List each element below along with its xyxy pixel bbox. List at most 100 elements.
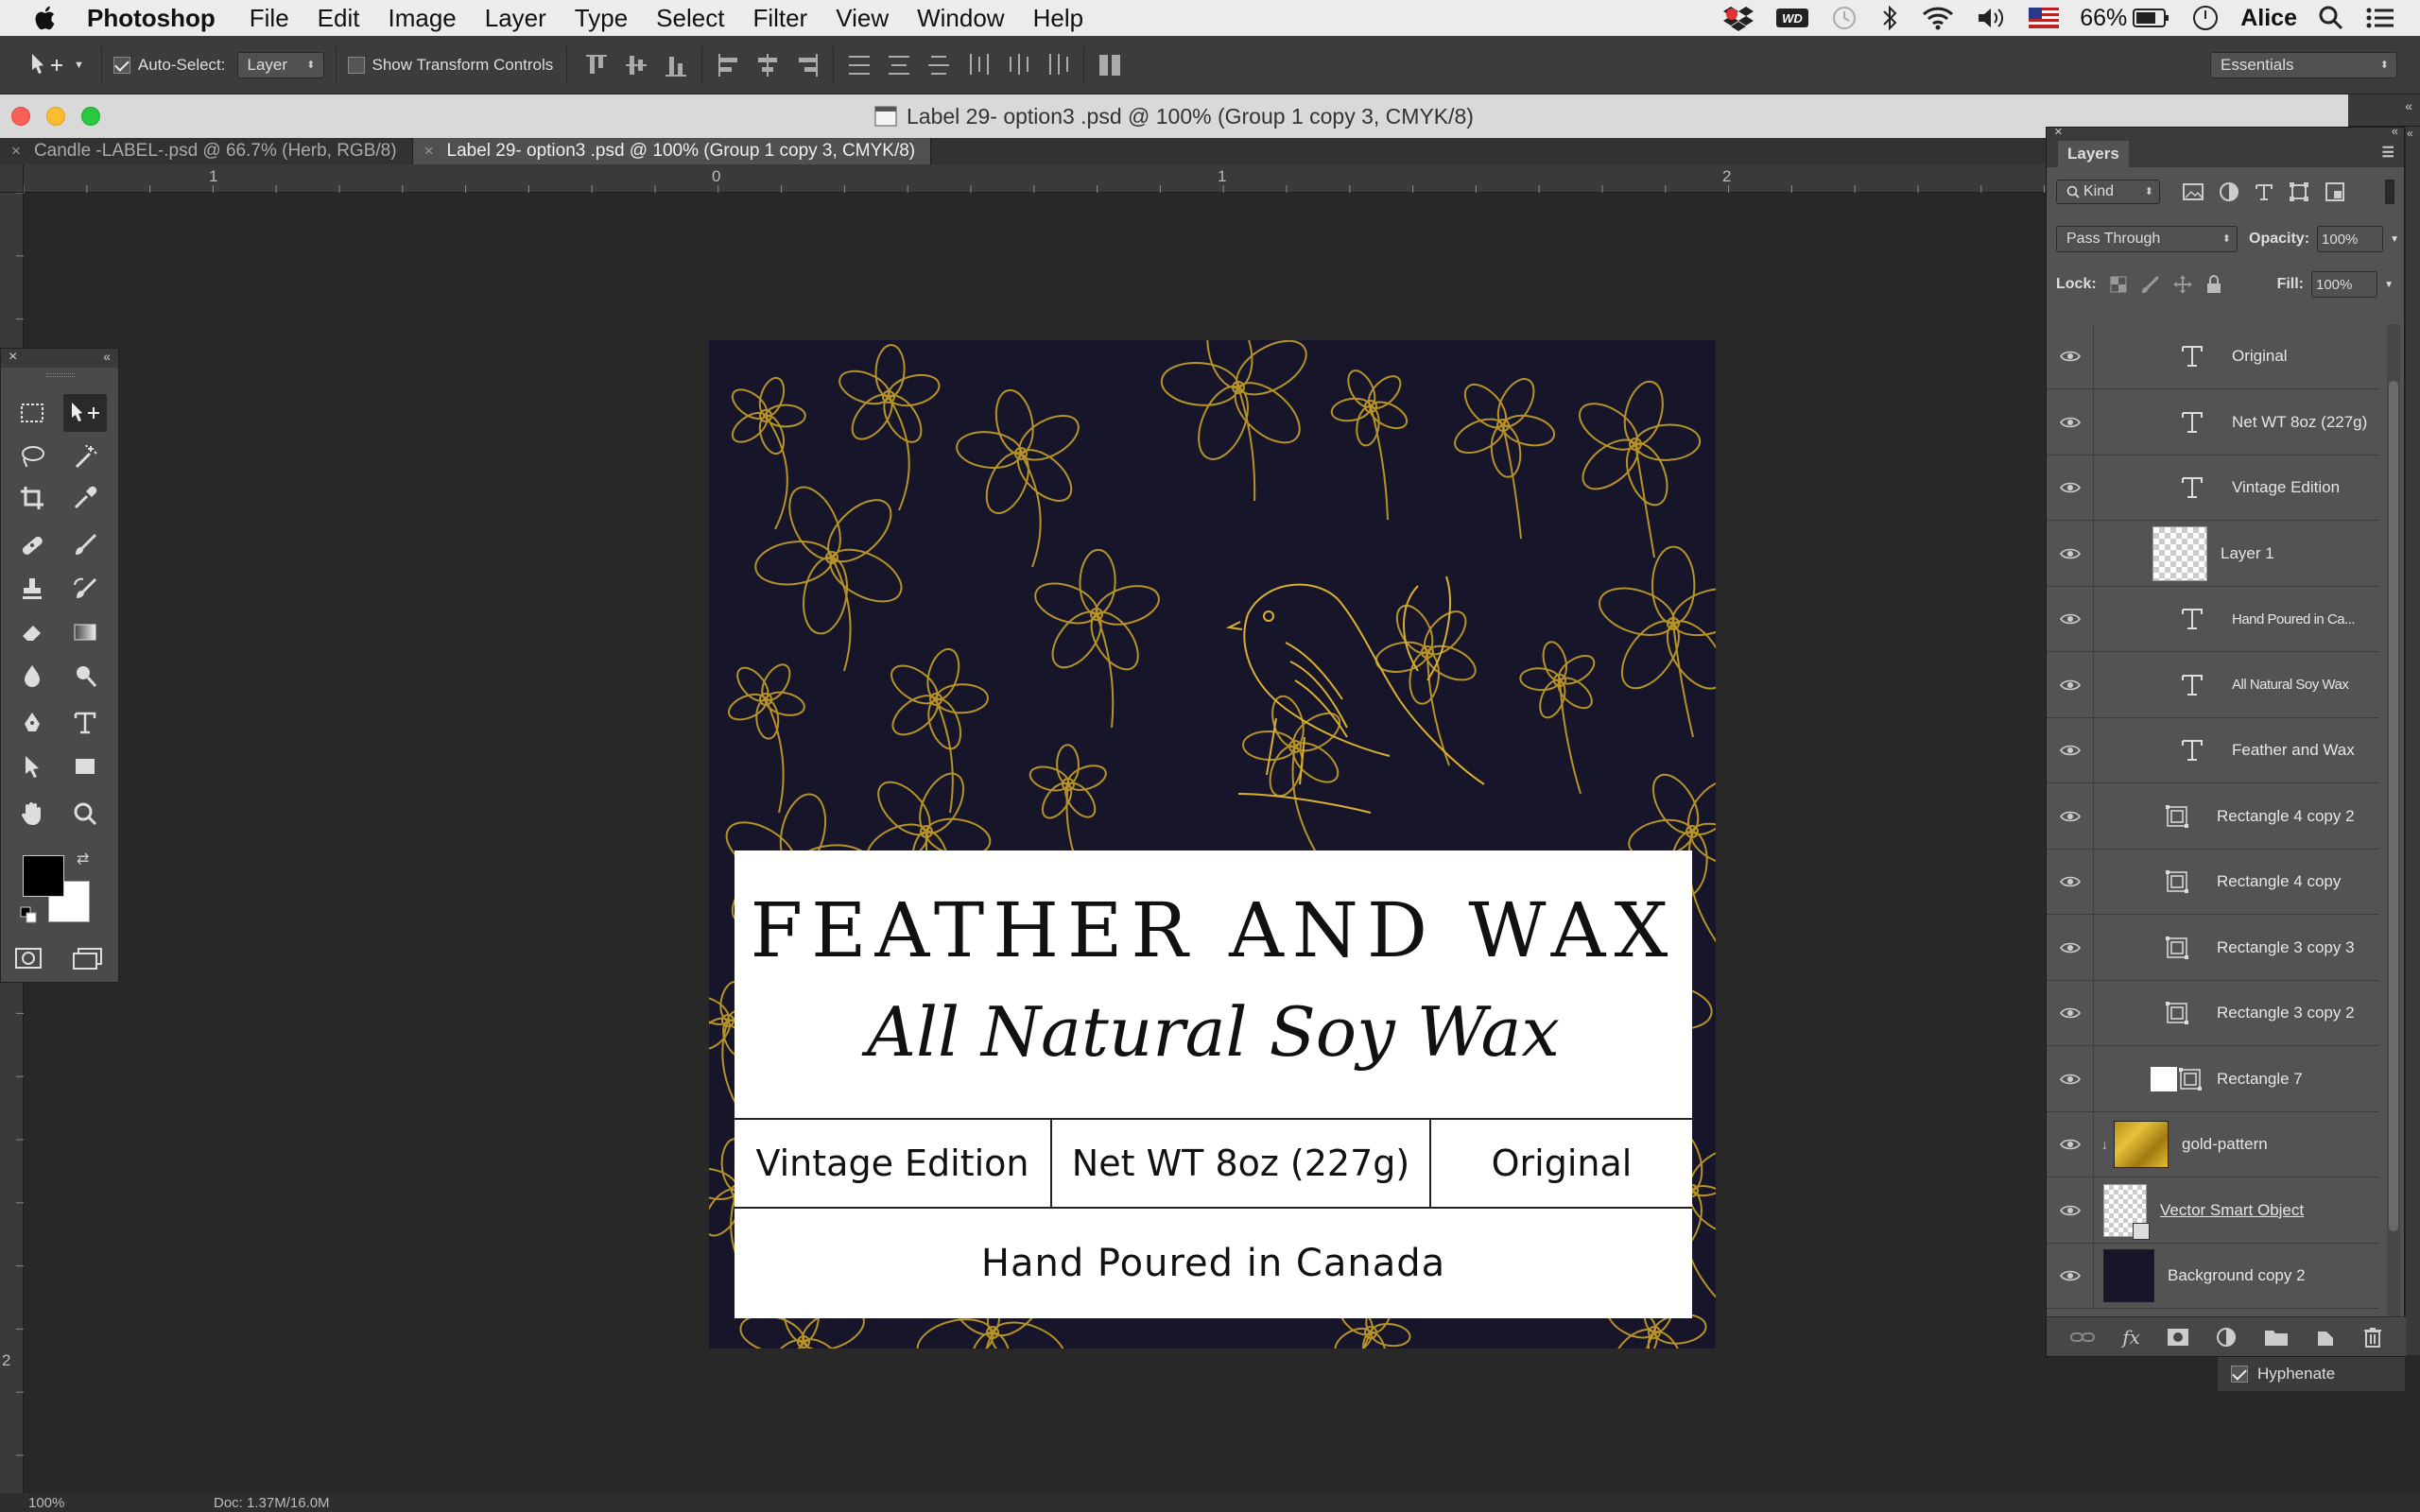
layer-visibility-toggle[interactable] [2047, 455, 2094, 521]
menu-filter[interactable]: Filter [752, 4, 807, 33]
layer-name[interactable]: Net WT 8oz (227g) [2232, 413, 2367, 432]
dock-collapse-icon[interactable]: « [2407, 127, 2413, 140]
filter-pixel-layers-icon[interactable] [2183, 182, 2204, 201]
tab-label-29-option3[interactable]: × Label 29- option3 .psd @ 100% (Group 1… [412, 138, 932, 164]
new-adjustment-layer-icon[interactable] [2216, 1327, 2237, 1348]
layer-visibility-toggle[interactable] [2047, 586, 2094, 652]
menu-edit[interactable]: Edit [318, 4, 360, 33]
pen-tool[interactable] [10, 704, 54, 742]
layer-row[interactable]: Vector Smart Object [2047, 1177, 2379, 1244]
tool-preset-arrow-icon[interactable]: ▼ [74, 60, 84, 71]
filter-adjustment-layers-icon[interactable] [2219, 181, 2239, 202]
close-tab-icon[interactable]: × [424, 142, 434, 161]
layer-name[interactable]: Vintage Edition [2232, 478, 2340, 497]
blend-mode-dropdown[interactable]: Pass Through ⬍ [2056, 226, 2238, 252]
rectangular-marquee-tool[interactable] [10, 394, 54, 432]
lasso-tool[interactable] [10, 438, 54, 475]
crop-tool[interactable] [10, 479, 54, 517]
menu-image[interactable]: Image [388, 4, 456, 33]
auto-align-layers-icon[interactable] [1098, 52, 1122, 78]
label-brand-text[interactable]: FEATHER AND WAX [735, 886, 1692, 974]
layer-name[interactable]: Vector Smart Object [2160, 1201, 2304, 1220]
delete-layer-trash-icon[interactable] [2362, 1326, 2383, 1349]
zoom-level[interactable]: 100% [28, 1495, 64, 1511]
layer-name[interactable]: Rectangle 4 copy 2 [2217, 807, 2355, 826]
notification-center-icon[interactable] [2365, 6, 2395, 30]
menu-window[interactable]: Window [917, 4, 1004, 33]
label-scent-text[interactable]: Original [1431, 1118, 1692, 1208]
layer-name[interactable]: Feather and Wax [2232, 741, 2355, 760]
zoom-window-button[interactable] [81, 107, 100, 126]
type-tool[interactable] [63, 704, 107, 742]
lock-position-icon[interactable] [2172, 274, 2193, 295]
lock-all-icon[interactable] [2204, 274, 2223, 295]
workspace-dropdown[interactable]: Essentials ⬍ [2210, 52, 2397, 78]
auto-select-checkbox[interactable] [112, 56, 130, 74]
tools-grip[interactable] [46, 373, 75, 377]
layer-name[interactable]: gold-pattern [2182, 1135, 2268, 1154]
eraser-tool[interactable] [10, 613, 54, 651]
blur-tool[interactable] [10, 657, 54, 695]
label-box[interactable]: FEATHER AND WAX All Natural Soy Wax Vint… [735, 850, 1692, 1318]
layers-scrollbar-thumb[interactable] [2389, 381, 2398, 1231]
align-left-edges-icon[interactable] [716, 52, 740, 78]
layers-scrollbar[interactable] [2387, 324, 2400, 1316]
layer-name[interactable]: Original [2232, 347, 2288, 366]
layer-visibility-toggle[interactable] [2047, 1243, 2094, 1309]
menu-view[interactable]: View [836, 4, 889, 33]
hyphenate-checkbox[interactable] [2231, 1366, 2248, 1383]
filter-type-layers-icon[interactable] [2255, 182, 2273, 201]
layers-panel-titlebar[interactable]: × « [2047, 124, 2404, 141]
tab-layers[interactable]: Layers [2058, 141, 2129, 167]
align-right-edges-icon[interactable] [795, 52, 820, 78]
lock-transparent-pixels-icon[interactable] [2108, 274, 2129, 295]
layer-row[interactable]: Feather and Wax [2047, 717, 2379, 783]
screen-mode-icon[interactable] [71, 946, 105, 972]
menu-layer[interactable]: Layer [485, 4, 546, 33]
filter-toggle-switch[interactable] [2385, 180, 2394, 204]
layer-name[interactable]: Rectangle 3 copy 3 [2217, 938, 2355, 957]
foreground-color-swatch-top[interactable] [23, 855, 64, 897]
brush-tool[interactable] [63, 526, 107, 564]
menu-select[interactable]: Select [656, 4, 724, 33]
close-window-button[interactable] [11, 107, 30, 126]
new-layer-icon[interactable] [2315, 1327, 2336, 1348]
layer-row[interactable]: Rectangle 4 copy [2047, 849, 2379, 915]
gradient-tool[interactable] [63, 613, 107, 651]
bluetooth-icon[interactable] [1879, 4, 1900, 32]
layer-visibility-toggle[interactable] [2047, 1177, 2094, 1243]
layer-style-fx-icon[interactable]: fx [2122, 1326, 2140, 1349]
align-horizontal-centers-icon[interactable] [755, 52, 780, 78]
history-brush-tool[interactable] [63, 570, 107, 608]
clone-stamp-tool[interactable] [10, 570, 54, 608]
show-transform-controls-checkbox[interactable] [347, 56, 365, 74]
layer-name[interactable]: Background copy 2 [2168, 1266, 2306, 1285]
magic-wand-tool[interactable] [63, 438, 107, 475]
dropbox-icon[interactable] [1722, 5, 1754, 31]
layer-visibility-toggle[interactable] [2047, 980, 2094, 1046]
distribute-right-icon[interactable] [1046, 52, 1070, 78]
quick-mask-icon[interactable] [14, 946, 44, 971]
layer-name[interactable]: Hand Poured in Ca... [2232, 611, 2356, 627]
filter-smart-objects-icon[interactable] [2325, 181, 2345, 202]
layer-name[interactable]: Rectangle 4 copy [2217, 872, 2341, 891]
align-bottom-edges-icon[interactable] [664, 52, 688, 78]
label-origin-text[interactable]: Hand Poured in Canada [735, 1208, 1692, 1318]
minimize-window-button[interactable] [46, 107, 65, 126]
label-tagline-text[interactable]: All Natural Soy Wax [735, 992, 1692, 1072]
doc-size[interactable]: Doc: 1.37M/16.0M [214, 1495, 330, 1511]
menu-file[interactable]: File [250, 4, 289, 33]
menu-help[interactable]: Help [1033, 4, 1083, 33]
distribute-bottom-icon[interactable] [926, 52, 951, 78]
distribute-top-icon[interactable] [847, 52, 872, 78]
path-selection-tool[interactable] [10, 747, 54, 785]
filter-kind-dropdown[interactable]: Kind ⬍ [2056, 180, 2160, 204]
new-group-folder-icon[interactable] [2264, 1328, 2289, 1347]
layer-row[interactable]: Layer 1 [2047, 521, 2379, 587]
layer-row[interactable]: Original [2047, 324, 2379, 389]
distribute-left-icon[interactable] [966, 52, 991, 78]
move-tool[interactable] [63, 394, 107, 432]
link-layers-icon[interactable] [2069, 1329, 2096, 1346]
user-name[interactable]: Alice [2240, 5, 2297, 32]
filter-shape-layers-icon[interactable] [2289, 181, 2309, 202]
